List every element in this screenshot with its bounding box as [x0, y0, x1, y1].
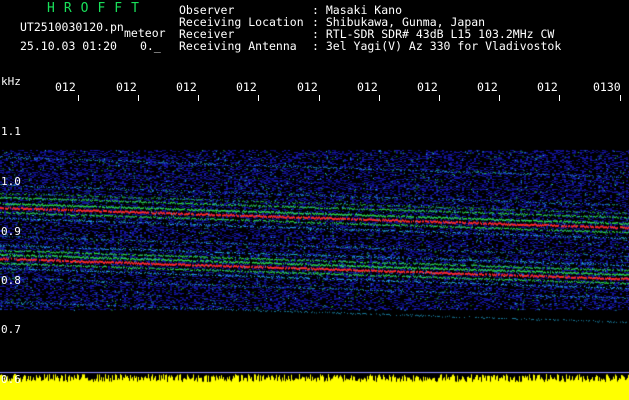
- x-tick-mark: [138, 95, 139, 101]
- x-tick-label: 0130: [593, 80, 621, 94]
- x-tick-label: 012: [537, 80, 558, 94]
- x-tick-mark: [559, 95, 560, 101]
- x-tick-label: 012: [176, 80, 197, 94]
- x-tick-mark: [319, 95, 320, 101]
- x-tick-label: 012: [417, 80, 438, 94]
- y-tick-label: 1.1: [1, 125, 21, 138]
- y-axis-unit: kHz: [1, 75, 21, 88]
- datetime: 25.10.03 01:20: [20, 39, 117, 53]
- antenna-label: Receiving Antenna: [179, 39, 297, 53]
- file-name: UT2510030120.pn: [20, 20, 124, 34]
- x-tick-label: 012: [357, 80, 378, 94]
- x-tick-mark: [439, 95, 440, 101]
- y-tick-label: 0.6: [1, 373, 21, 386]
- app-brand: HROFFT: [47, 1, 148, 16]
- mode-label: meteor: [124, 26, 166, 40]
- x-tick-mark: [258, 95, 259, 101]
- y-tick-label: 0.8: [1, 274, 21, 287]
- y-tick-label: 1.0: [1, 175, 21, 188]
- x-tick-mark: [198, 95, 199, 101]
- hrofft-window: HROFFT UT2510030120.pn meteor 25.10.03 0…: [0, 0, 629, 400]
- y-tick-label: 0.9: [1, 225, 21, 238]
- x-tick-label: 012: [236, 80, 257, 94]
- x-tick-label: 012: [55, 80, 76, 94]
- spectrogram-canvas: [0, 0, 629, 400]
- y-tick-label: 0.7: [1, 323, 21, 336]
- x-tick-label: 012: [477, 80, 498, 94]
- x-tick-mark: [78, 95, 79, 101]
- antenna-value: : 3el Yagi(V) Az 330 for Vladivostok: [312, 39, 562, 53]
- x-tick-label: 012: [297, 80, 318, 94]
- x-tick-mark: [620, 95, 621, 101]
- x-tick-mark: [379, 95, 380, 101]
- x-tick-mark: [499, 95, 500, 101]
- counter: 0._: [140, 39, 161, 53]
- x-tick-label: 012: [116, 80, 137, 94]
